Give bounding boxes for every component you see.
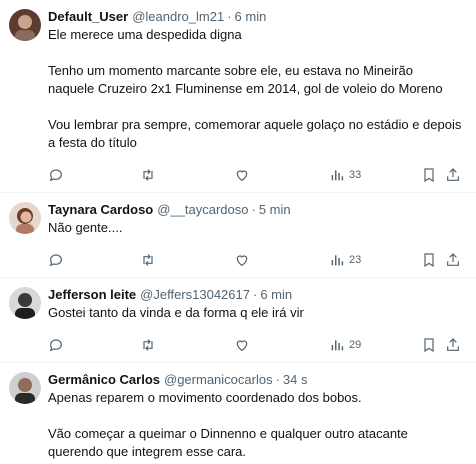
- reply-button[interactable]: [48, 166, 64, 184]
- retweet-button[interactable]: [140, 251, 156, 269]
- tweet-actions: 23: [48, 245, 462, 277]
- bookmark-icon: [424, 253, 434, 268]
- views-button[interactable]: 23: [329, 251, 361, 269]
- share-button[interactable]: [445, 251, 461, 269]
- reply-icon: [49, 339, 62, 352]
- timestamp[interactable]: 34 s: [283, 371, 308, 389]
- tweet[interactable]: Jefferson leite @Jeffers13042617 · 6 min…: [0, 278, 476, 363]
- retweet-icon: [143, 169, 153, 181]
- bookmark-button[interactable]: [421, 336, 437, 354]
- tweet-actions: 33: [48, 160, 462, 192]
- views-icon: [331, 255, 344, 266]
- separator-dot: ·: [227, 9, 232, 24]
- author-name[interactable]: Jefferson leite: [48, 286, 136, 304]
- views-icon: [331, 170, 344, 181]
- author-handle[interactable]: @leandro_lm21: [132, 8, 224, 26]
- avatar[interactable]: [9, 372, 41, 404]
- author-handle[interactable]: @__taycardoso: [157, 201, 248, 219]
- views-count: 23: [349, 254, 362, 266]
- tweet-text: Ele merece uma despedida digna Tenho um …: [48, 26, 462, 152]
- separator-dot: ·: [252, 287, 258, 302]
- share-icon: [447, 168, 459, 181]
- bookmark-button[interactable]: [421, 166, 437, 184]
- views-button[interactable]: 33: [329, 166, 361, 184]
- author-handle[interactable]: @germanicocarlos: [164, 371, 273, 389]
- tweet-text: Gostei tanto da vinda e da forma q ele i…: [48, 304, 462, 322]
- tweet-paragraph: Não gente....: [48, 220, 123, 235]
- share-icon: [447, 253, 459, 266]
- timestamp[interactable]: 6 min: [235, 8, 267, 26]
- tweet[interactable]: Germânico Carlos @germanicocarlos · 34 s…: [0, 363, 476, 461]
- reply-button[interactable]: [48, 251, 64, 269]
- share-icon: [447, 338, 459, 351]
- tweet[interactable]: Taynara Cardoso @__taycardoso · 5 min Nã…: [0, 193, 476, 278]
- tweet-feed: Default_User @leandro_lm21 · 6 min Ele m…: [0, 0, 476, 461]
- tweet-paragraph: Apenas reparem o movimento coordenado do…: [48, 390, 362, 405]
- like-button[interactable]: [234, 166, 250, 184]
- retweet-button[interactable]: [140, 166, 156, 184]
- like-button[interactable]: [234, 336, 250, 354]
- separator-dot: ·: [251, 202, 256, 217]
- tweet-paragraph: Gostei tanto da vinda e da forma q ele i…: [48, 305, 304, 320]
- reply-icon: [49, 254, 62, 267]
- tweet-paragraph: Ele merece uma despedida digna: [48, 27, 242, 42]
- heart-icon: [236, 255, 248, 267]
- author-handle[interactable]: @Jeffers13042617: [140, 286, 250, 304]
- bookmark-icon: [424, 168, 434, 183]
- views-icon: [331, 340, 344, 351]
- tweet-text: Apenas reparem o movimento coordenado do…: [48, 389, 462, 461]
- avatar[interactable]: [9, 202, 41, 234]
- avatar[interactable]: [9, 287, 41, 319]
- heart-icon: [236, 340, 248, 352]
- author-name[interactable]: Germânico Carlos: [48, 371, 160, 389]
- retweet-icon: [143, 254, 153, 266]
- views-count: 33: [349, 169, 362, 181]
- heart-icon: [236, 170, 248, 182]
- share-button[interactable]: [445, 336, 461, 354]
- reply-button[interactable]: [48, 336, 64, 354]
- bookmark-icon: [424, 338, 434, 353]
- retweet-button[interactable]: [140, 336, 156, 354]
- tweet-paragraph: Tenho um momento marcante sobre ele, eu …: [48, 63, 443, 96]
- share-button[interactable]: [445, 166, 461, 184]
- avatar[interactable]: [9, 9, 41, 41]
- views-button[interactable]: 29: [329, 336, 361, 354]
- views-count: 29: [349, 339, 362, 351]
- timestamp[interactable]: 5 min: [259, 201, 291, 219]
- timestamp[interactable]: 6 min: [260, 286, 292, 304]
- tweet-actions: 29: [48, 330, 462, 362]
- like-button[interactable]: [234, 251, 250, 269]
- tweet-text: Não gente....: [48, 219, 462, 237]
- tweet-paragraph: Vão começar a queimar o Dinnenno e qualq…: [48, 426, 408, 459]
- bookmark-button[interactable]: [421, 251, 437, 269]
- author-name[interactable]: Taynara Cardoso: [48, 201, 153, 219]
- tweet[interactable]: Default_User @leandro_lm21 · 6 min Ele m…: [0, 0, 476, 193]
- reply-icon: [49, 169, 62, 182]
- tweet-paragraph: Vou lembrar pra sempre, comemorar aquele…: [48, 117, 462, 150]
- separator-dot: ·: [275, 372, 280, 387]
- author-name[interactable]: Default_User: [48, 8, 128, 26]
- retweet-icon: [143, 339, 153, 351]
